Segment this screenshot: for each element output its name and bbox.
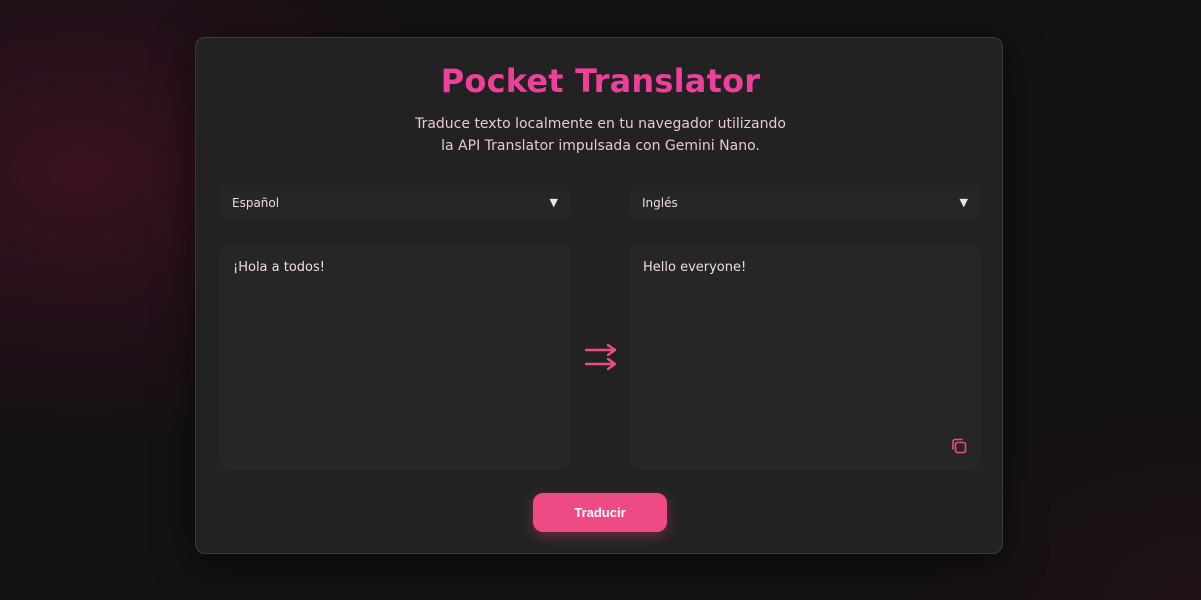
arrows-right-icon [584, 343, 617, 371]
source-language-value: Español [232, 195, 280, 210]
translate-button[interactable]: Traducir [533, 493, 667, 532]
target-text-output: Hello everyone! [630, 245, 980, 469]
chevron-down-icon: ▼ [549, 196, 558, 209]
target-language-value: Inglés [642, 195, 678, 210]
chevron-down-icon: ▼ [959, 196, 968, 209]
page-title: Pocket Translator [440, 62, 761, 100]
target-language-select[interactable]: Inglés ▼ [630, 185, 980, 220]
source-text-input[interactable]: ¡Hola a todos! [220, 245, 570, 469]
source-language-select[interactable]: Español ▼ [220, 185, 570, 220]
page-subtitle: Traduce texto localmente en tu navegador… [0, 113, 1201, 157]
subtitle-line-2: la API Translator impulsada con Gemini N… [441, 138, 760, 154]
copy-icon[interactable] [950, 437, 968, 455]
subtitle-line-1: Traduce texto localmente en tu navegador… [415, 116, 786, 132]
